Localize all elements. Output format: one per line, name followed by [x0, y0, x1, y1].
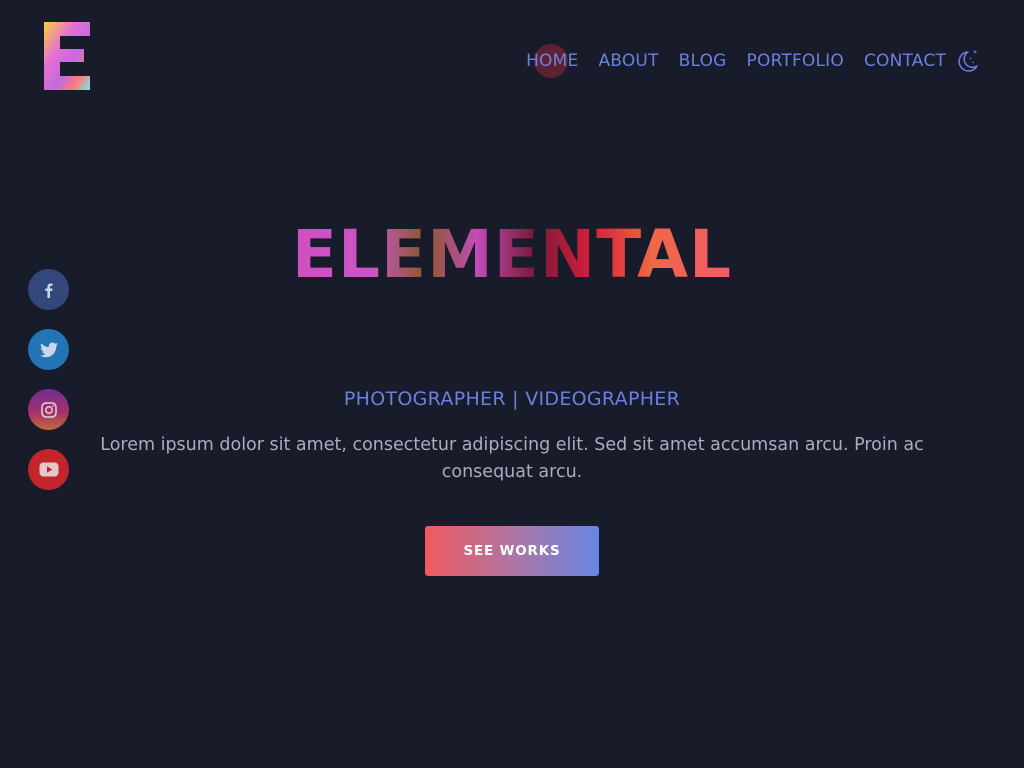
twitter-icon	[39, 342, 58, 357]
hero-title: ELEMENTAL	[0, 214, 1024, 293]
nav-item-portfolio[interactable]: PORTFOLIO	[747, 46, 844, 76]
hero-title-graphic: ELEMENTAL	[292, 216, 732, 293]
youtube-link[interactable]	[28, 449, 69, 490]
nav-item-home[interactable]: HOME	[526, 44, 579, 78]
twitter-link[interactable]	[28, 329, 69, 370]
youtube-icon	[39, 462, 58, 477]
nav-item-blog[interactable]: BLOG	[679, 46, 727, 76]
logo[interactable]	[44, 22, 90, 90]
nav-item-label: BLOG	[678, 51, 727, 71]
nav-item-about[interactable]: ABOUT	[598, 46, 658, 76]
hero-title-text: ELEMENTAL	[292, 216, 732, 292]
hero-subtitle: PHOTOGRAPHER | VIDEOGRAPHER	[343, 388, 681, 410]
hero-description: Lorem ipsum dolor sit amet, consectetur …	[100, 435, 924, 482]
moon-stars-icon	[958, 49, 978, 72]
main-nav: HOME ABOUT BLOG PORTFOLIO CONTACT	[526, 44, 980, 78]
logo-icon	[44, 22, 90, 90]
nav-item-label: ABOUT	[598, 51, 659, 71]
nav-item-label: PORTFOLIO	[746, 51, 844, 71]
see-works-button[interactable]: SEE WORKS	[425, 526, 599, 576]
page: HOME ABOUT BLOG PORTFOLIO CONTACT ELEMEN…	[0, 0, 1024, 768]
theme-toggle-button[interactable]	[956, 48, 980, 74]
nav-item-label: CONTACT	[863, 51, 946, 71]
nav-item-label: HOME	[526, 51, 579, 71]
nav-item-contact[interactable]: CONTACT	[864, 46, 946, 76]
